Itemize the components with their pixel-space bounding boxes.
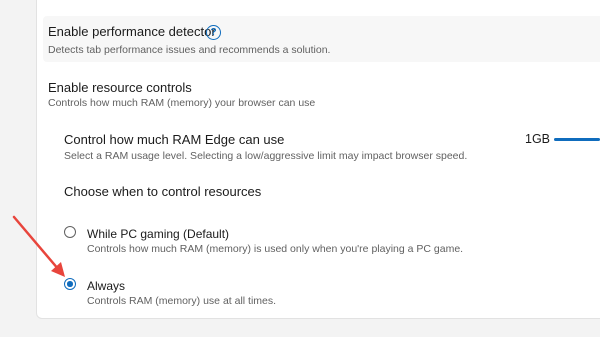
annotation-arrow	[12, 215, 65, 277]
